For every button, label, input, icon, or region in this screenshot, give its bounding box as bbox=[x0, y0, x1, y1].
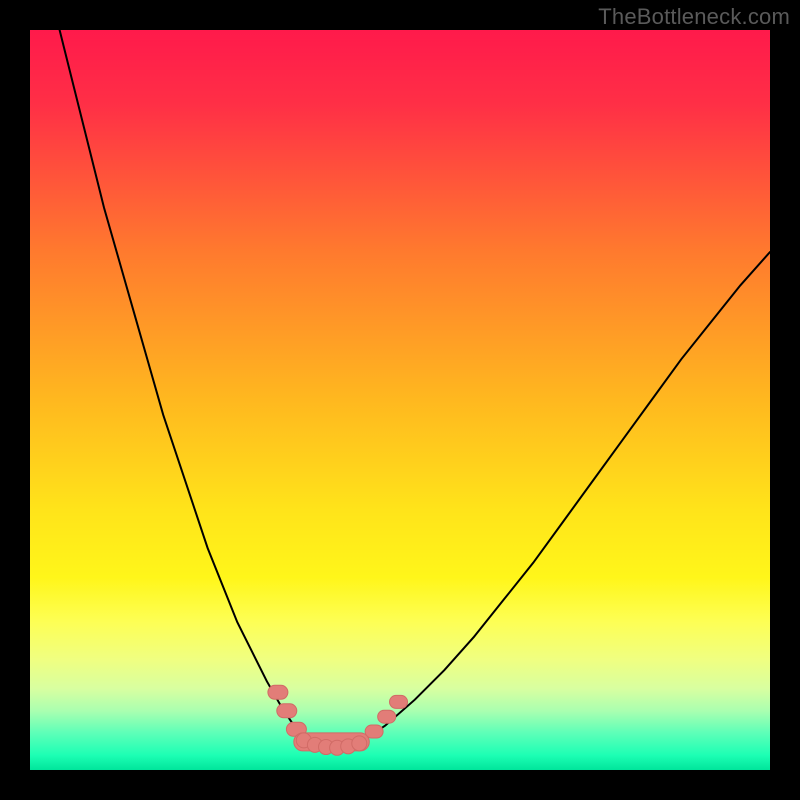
marker-valley-5 bbox=[352, 736, 367, 751]
chart-svg bbox=[30, 30, 770, 770]
plot-area bbox=[30, 30, 770, 770]
marker-left-0 bbox=[268, 685, 288, 699]
marker-left-1 bbox=[277, 704, 297, 718]
marker-right-2 bbox=[390, 695, 408, 708]
marker-right-1 bbox=[378, 710, 396, 723]
watermark-text: TheBottleneck.com bbox=[598, 4, 790, 30]
chart-frame: TheBottleneck.com bbox=[0, 0, 800, 800]
chart-background bbox=[30, 30, 770, 770]
